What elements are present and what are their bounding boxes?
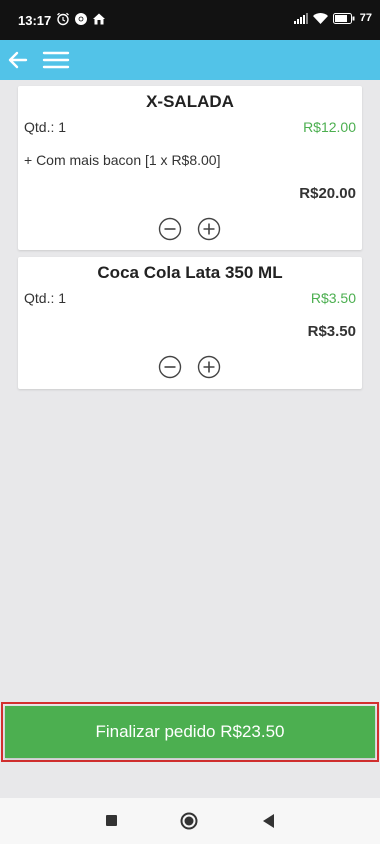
- wifi-icon: [312, 12, 328, 24]
- signal-icon: [293, 12, 308, 24]
- item-quantity: Qtd.: 1: [24, 290, 67, 306]
- back-arrow-icon[interactable]: [6, 48, 30, 72]
- finalize-order-button[interactable]: Finalizar pedido R$23.50: [5, 706, 375, 758]
- plus-circle-icon[interactable]: [197, 355, 221, 379]
- battery-icon: [332, 12, 355, 24]
- item-unit-price: R$3.50: [310, 290, 356, 306]
- home-circle-icon[interactable]: [180, 812, 198, 830]
- item-unit-price: R$12.00: [303, 119, 356, 135]
- cart-item-card: X-SALADA Qtd.: 1 R$12.00 + Com mais baco…: [18, 86, 362, 250]
- status-bar: 13:17 77: [0, 0, 380, 40]
- nav-back-triangle-icon[interactable]: [261, 813, 275, 829]
- chrome-icon: [75, 13, 87, 25]
- status-time: 13:17: [18, 13, 52, 28]
- status-right-area: 77: [293, 12, 372, 24]
- system-nav-bar: [0, 798, 380, 844]
- item-total: R$20.00: [299, 185, 356, 202]
- status-notification-icons: [56, 12, 106, 26]
- alarm-icon: [57, 12, 69, 26]
- item-name: X-SALADA: [146, 92, 234, 111]
- recent-apps-icon[interactable]: [106, 815, 117, 826]
- hamburger-menu-icon[interactable]: [42, 48, 70, 72]
- item-total: R$3.50: [307, 323, 356, 340]
- cart-item-card: Coca Cola Lata 350 ML Qtd.: 1 R$3.50 R$3…: [18, 257, 362, 389]
- app-bar: [0, 40, 380, 80]
- item-quantity: Qtd.: 1: [24, 119, 67, 135]
- home-app-icon: [93, 13, 105, 25]
- item-name: Coca Cola Lata 350 ML: [97, 263, 283, 282]
- plus-circle-icon[interactable]: [197, 217, 221, 241]
- minus-circle-icon[interactable]: [158, 355, 182, 379]
- minus-circle-icon[interactable]: [158, 217, 182, 241]
- item-extra: + Com mais bacon [1 x R$8.00]: [24, 152, 221, 168]
- battery-percent: 77: [359, 12, 372, 24]
